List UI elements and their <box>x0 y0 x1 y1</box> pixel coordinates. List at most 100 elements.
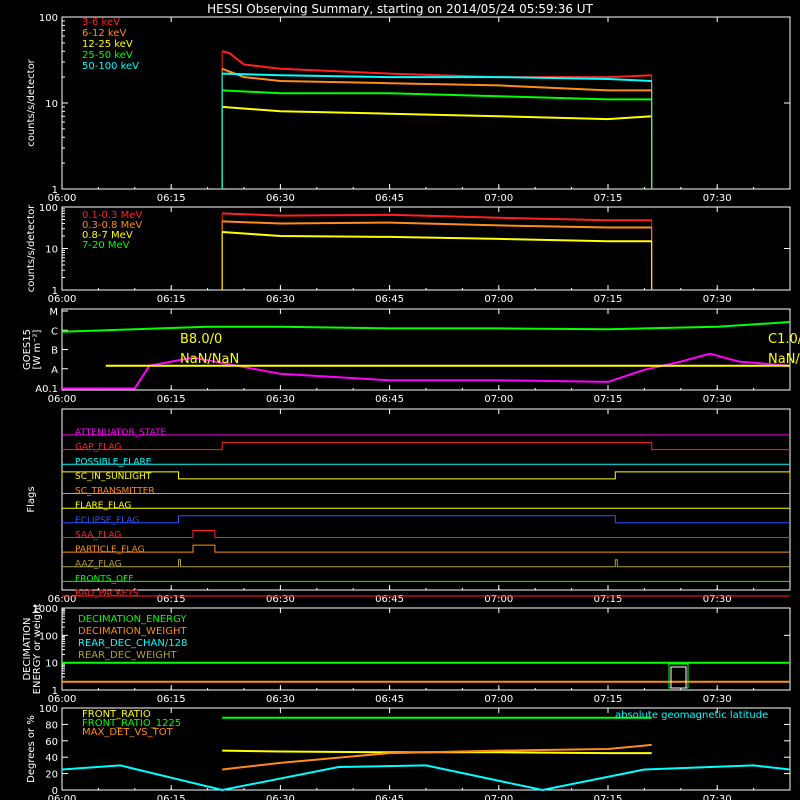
legend-entry: 3-6 keV <box>82 17 120 28</box>
y-tick-label: 100 <box>39 13 58 24</box>
y-tick-label: A0.1 <box>35 384 58 395</box>
x-tick-label: 07:00 <box>484 694 513 705</box>
x-tick-label: 07:30 <box>703 294 732 305</box>
panel-1: 06:00 06:15 06:30 06:45 07:00 07:15 07:3011010… <box>26 13 791 204</box>
x-tick-label: 07:00 <box>484 294 513 305</box>
flag-label: PARTICLE_FLAG <box>75 545 145 555</box>
x-tick-label: 06:30 <box>266 294 295 305</box>
chart-title: HESSI Observing Summary, starting on 201… <box>207 2 593 16</box>
flag-line <box>62 559 790 568</box>
y-tick-label: 20 <box>45 770 58 781</box>
y-axis-label: Degrees or % <box>26 715 37 783</box>
x-tick-label: 07:00 <box>484 394 513 405</box>
y-axis-label: Flags <box>26 486 37 512</box>
panel-frame <box>61 308 791 391</box>
x-tick-label: 06:45 <box>375 193 404 204</box>
flag-label: ATTENUATOR_STATE <box>75 428 167 438</box>
y-tick-label: C <box>51 326 58 337</box>
panel-frame <box>61 16 791 190</box>
panel-2: 06:00 06:15 06:30 06:45 07:00 07:15 07:3011010… <box>26 203 791 305</box>
goes-annotation: B8.0/0 <box>180 332 222 347</box>
x-tick-label: 06:30 <box>266 394 295 405</box>
flag-line <box>61 471 791 480</box>
x-tick-label: 06:00 <box>48 394 77 405</box>
legend-entry: REAR_DEC_CHAN/128 <box>78 638 187 649</box>
x-tick-label: 06:15 <box>157 794 186 800</box>
x-tick-label: 06:15 <box>157 193 186 204</box>
flag-line <box>62 515 790 524</box>
panel-frame <box>61 408 791 591</box>
legend-entry: DECIMATION_ENERGY <box>78 614 187 625</box>
y-tick-label: 100 <box>39 704 58 715</box>
flag-label: POSSIBLE_FLARE <box>75 457 152 467</box>
y-tick-label: M <box>49 307 58 318</box>
panel-4: 06:00 06:15 06:30 06:45 07:00 07:15 07:30Flags… <box>26 408 791 605</box>
x-tick-label: 06:15 <box>157 294 186 305</box>
y-tick-label: 10 <box>45 99 58 110</box>
y-tick-label: B <box>51 346 58 357</box>
y-tick-label: A <box>51 365 58 376</box>
x-tick-label: 06:30 <box>266 694 295 705</box>
series-line <box>61 321 791 333</box>
flag-line <box>62 530 790 538</box>
y-tick-label: 1 <box>52 286 58 297</box>
x-tick-label: 06:45 <box>375 294 404 305</box>
x-tick-label: 07:15 <box>594 394 623 405</box>
x-tick-label: 07:15 <box>594 193 623 204</box>
x-tick-label: 07:15 <box>594 794 623 800</box>
panel-6: 06:00 06:15 06:30 06:45 07:00 07:15 07:3002040… <box>26 704 791 800</box>
goes-annotation: NaN/NaN <box>180 352 239 367</box>
y-axis-label: [W m⁻²] <box>32 329 43 369</box>
series-line <box>222 89 652 101</box>
x-tick-label: 07:30 <box>703 694 732 705</box>
flag-label: FLARE_FLAG <box>75 501 131 511</box>
goes-annotation: C1.0/ <box>768 332 800 347</box>
x-tick-label: 07:30 <box>703 193 732 204</box>
y-tick-label: 80 <box>45 720 58 731</box>
panel-5: 06:00 06:15 06:30 06:45 07:00 07:15 07:3011010… <box>22 604 791 705</box>
flag-label: AAZ_FLAG <box>75 560 122 570</box>
legend-entry: 25-50 keV <box>82 50 133 61</box>
y-axis-label: counts/s/detector <box>26 58 37 146</box>
x-tick-label: 06:30 <box>266 193 295 204</box>
hessi-summary-chart: HESSI Observing Summary, starting on 201… <box>22 2 800 800</box>
x-tick-label: 07:30 <box>703 794 732 800</box>
y-tick-label: 40 <box>45 753 58 764</box>
x-tick-label: 06:45 <box>375 794 404 800</box>
legend-entry: 7-20 MeV <box>82 240 130 251</box>
series-line <box>222 231 652 243</box>
x-tick-label: 06:30 <box>266 794 295 800</box>
x-tick-label: 06:15 <box>157 394 186 405</box>
x-tick-label: 07:00 <box>484 193 513 204</box>
flag-label: GAP_FLAG <box>75 443 121 453</box>
y-tick-label: 10 <box>45 659 58 670</box>
series-line <box>222 743 652 771</box>
y-tick-label: 1 <box>52 686 58 697</box>
legend-entry: 12-25 keV <box>82 39 133 50</box>
flag-label: SC_IN_SUNLIGHT <box>75 472 152 482</box>
flag-label: ECLIPSE_FLAG <box>75 516 139 526</box>
flag-label: FRONTS_OFF <box>75 574 133 584</box>
x-tick-label: 07:30 <box>703 394 732 405</box>
decimation-marker <box>668 663 689 689</box>
series-line <box>222 220 652 229</box>
panel-frame <box>61 206 791 291</box>
x-tick-label: 06:45 <box>375 394 404 405</box>
x-tick-label: 06:45 <box>375 694 404 705</box>
series-line <box>222 105 652 121</box>
flag-label: SAA_FLAG <box>75 530 121 540</box>
legend-entry: 6-12 keV <box>82 28 126 39</box>
legend-entry: 50-100 keV <box>82 61 139 72</box>
y-tick-label: 1 <box>52 185 58 196</box>
flag-label: BAD_PACKETS <box>75 589 139 599</box>
series-line <box>221 50 652 79</box>
flag-line <box>62 544 790 553</box>
y-tick-label: 60 <box>45 737 58 748</box>
x-tick-label: 07:15 <box>594 694 623 705</box>
x-tick-label: 07:00 <box>484 794 513 800</box>
goes-annotation: NaN/ <box>768 352 800 367</box>
x-tick-label: 06:15 <box>157 694 186 705</box>
panel-3: 06:00 06:15 06:30 06:45 07:00 07:15 07:30 A0.1 A… <box>22 307 800 405</box>
flag-line <box>62 442 790 451</box>
series-line <box>222 212 652 222</box>
